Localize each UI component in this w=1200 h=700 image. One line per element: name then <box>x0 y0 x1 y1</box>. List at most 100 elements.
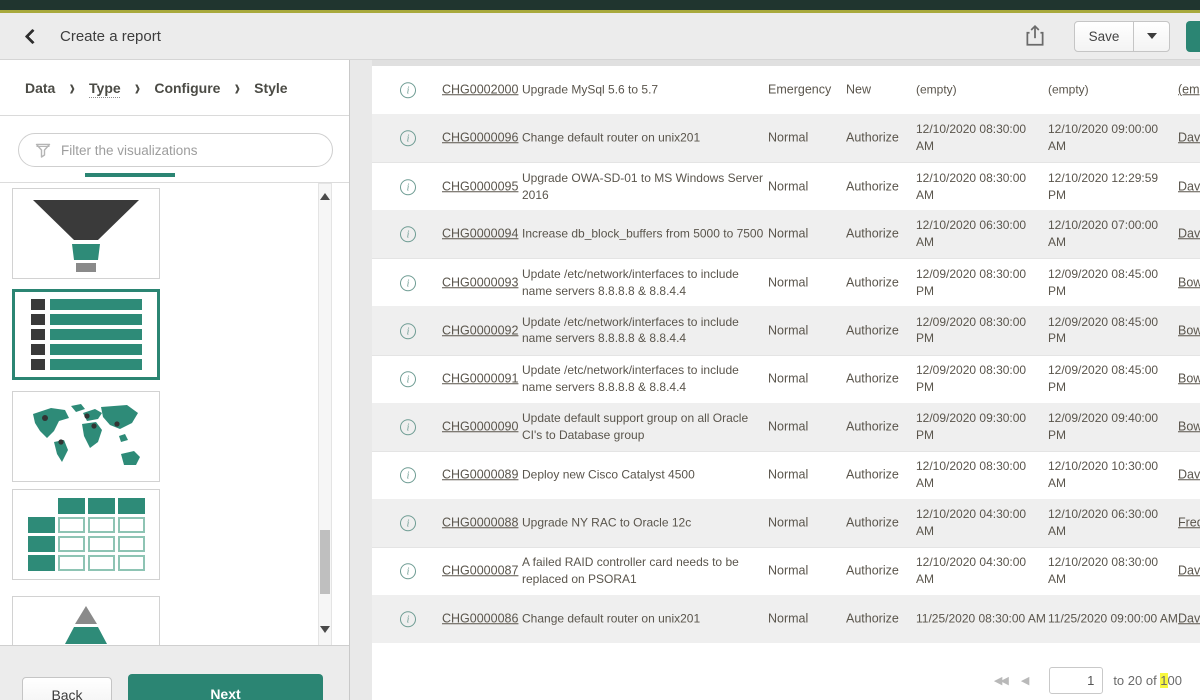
pagination: ◀◀ ◀ to 20 of 100 <box>372 660 1200 700</box>
change-number-link[interactable]: CHG0000088 <box>442 514 518 532</box>
table-row[interactable]: CHG0000089 Deploy new Cisco Catalyst 450… <box>372 451 1200 499</box>
info-icon[interactable] <box>400 371 416 387</box>
change-number-link[interactable]: CHG0002000 <box>442 81 518 99</box>
save-button[interactable]: Save <box>1075 22 1133 51</box>
page-number-input[interactable] <box>1049 667 1103 694</box>
short-description: A failed RAID controller card needs to b… <box>522 555 766 589</box>
change-number-link[interactable]: CHG0000096 <box>442 129 518 147</box>
first-page-icon[interactable]: ◀◀ <box>994 674 1007 687</box>
assigned-to-link[interactable]: Dav <box>1178 129 1200 147</box>
table-row[interactable]: CHG0000087 A failed RAID controller card… <box>372 547 1200 595</box>
scrollbar-thumb[interactable] <box>320 530 330 594</box>
table-row[interactable]: CHG0000092 Update /etc/network/interface… <box>372 306 1200 354</box>
info-icon[interactable] <box>400 227 416 243</box>
wizard-step-type[interactable]: Type <box>89 80 121 96</box>
change-number-link[interactable]: CHG0000093 <box>442 274 518 292</box>
save-dropdown-button[interactable] <box>1133 22 1169 51</box>
info-icon[interactable] <box>400 179 416 195</box>
state-value: Authorize <box>846 274 899 292</box>
wizard-step-configure[interactable]: Configure <box>154 80 220 96</box>
assigned-to-link[interactable]: (em <box>1178 81 1200 99</box>
viz-thumbnail-bar-list[interactable] <box>12 289 160 380</box>
assigned-to-link[interactable]: Fred <box>1178 514 1200 532</box>
change-number-link[interactable]: CHG0000094 <box>442 226 518 244</box>
change-number-link[interactable]: CHG0000092 <box>442 322 518 340</box>
run-button-partial[interactable] <box>1186 21 1200 52</box>
change-number-link[interactable]: CHG0000095 <box>442 178 518 196</box>
filter-box[interactable] <box>18 133 333 167</box>
state-value: Authorize <box>846 129 899 147</box>
assigned-to-link[interactable]: Dav <box>1178 467 1200 485</box>
short-description: Increase db_block_buffers from 5000 to 7… <box>522 226 766 243</box>
info-icon[interactable] <box>400 419 416 435</box>
table-row[interactable]: CHG0000090 Update default support group … <box>372 403 1200 451</box>
assigned-to-link[interactable]: Dav <box>1178 563 1200 581</box>
assigned-to-link[interactable]: Bow <box>1178 418 1200 436</box>
start-date: 12/10/2020 04:30:00 AM <box>916 506 1046 540</box>
viz-thumbnail-world-map[interactable] <box>12 391 160 482</box>
table-row[interactable]: CHG0000093 Update /etc/network/interface… <box>372 258 1200 306</box>
start-date: 12/09/2020 09:30:00 PM <box>916 410 1046 444</box>
back-button[interactable] <box>12 16 52 56</box>
info-icon[interactable] <box>400 275 416 291</box>
priority-value: Normal <box>768 322 808 340</box>
wizard-step-data[interactable]: Data <box>25 80 55 96</box>
info-icon[interactable] <box>400 468 416 484</box>
table-row[interactable]: CHG0000091 Update /etc/network/interface… <box>372 355 1200 403</box>
table-row[interactable]: CHG0000094 Increase db_block_buffers fro… <box>372 210 1200 258</box>
viz-thumbnail-heatmap[interactable] <box>12 489 160 580</box>
scroll-down-icon[interactable] <box>319 621 331 637</box>
assigned-to-link[interactable]: Bow <box>1178 322 1200 340</box>
viz-thumbnail-funnel[interactable] <box>12 188 160 279</box>
short-description: Update /etc/network/interfaces to includ… <box>522 314 766 348</box>
prev-page-icon[interactable]: ◀ <box>1021 674 1027 687</box>
highlighted-digit: 1 <box>1160 673 1167 688</box>
assigned-to-link[interactable]: Dav <box>1178 226 1200 244</box>
state-value: Authorize <box>846 322 899 340</box>
share-icon[interactable] <box>1024 24 1046 48</box>
table-row[interactable]: CHG0000088 Upgrade NY RAC to Oracle 12c … <box>372 499 1200 547</box>
priority-value: Normal <box>768 178 808 196</box>
table-row[interactable]: CHG0000096 Change default router on unix… <box>372 114 1200 162</box>
assigned-to-link[interactable]: Dav <box>1178 610 1200 628</box>
change-number-link[interactable]: CHG0000086 <box>442 610 518 628</box>
end-date: 12/10/2020 10:30:00 AM <box>1048 459 1178 493</box>
short-description: Change default router on unix201 <box>522 611 766 628</box>
info-icon[interactable] <box>400 515 416 531</box>
change-number-link[interactable]: CHG0000090 <box>442 418 518 436</box>
change-number-link[interactable]: CHG0000089 <box>442 467 518 485</box>
start-date: 12/10/2020 08:30:00 AM <box>916 170 1046 204</box>
short-description: Upgrade OWA-SD-01 to MS Windows Server 2… <box>522 170 766 204</box>
back-step-button[interactable]: Back <box>22 677 112 700</box>
table-row[interactable]: CHG0002000 Upgrade MySql 5.6 to 5.7 Emer… <box>372 66 1200 114</box>
bar-list-icon <box>31 299 142 370</box>
chevron-separator-icon: › <box>135 74 141 101</box>
change-number-link[interactable]: CHG0000091 <box>442 370 518 388</box>
viz-thumbnail-pyramid[interactable] <box>12 596 160 645</box>
end-date: 12/09/2020 08:45:00 PM <box>1048 314 1178 348</box>
wizard-step-style[interactable]: Style <box>254 80 287 96</box>
assigned-to-link[interactable]: Bow <box>1178 274 1200 292</box>
viz-list-scrollbar[interactable] <box>318 183 332 645</box>
assigned-to-link[interactable]: Bow <box>1178 370 1200 388</box>
assigned-to-link[interactable]: Dav <box>1178 178 1200 196</box>
filter-input[interactable] <box>61 143 311 158</box>
filter-funnel-icon <box>35 143 51 158</box>
heatmap-grid-icon <box>28 498 145 571</box>
state-value: Authorize <box>846 467 899 485</box>
table-row[interactable]: CHG0000095 Upgrade OWA-SD-01 to MS Windo… <box>372 162 1200 210</box>
change-table-body: CHG0002000 Upgrade MySql 5.6 to 5.7 Emer… <box>372 66 1200 643</box>
change-number-link[interactable]: CHG0000087 <box>442 563 518 581</box>
save-split-button: Save <box>1074 21 1170 52</box>
start-date: 12/10/2020 04:30:00 AM <box>916 555 1046 589</box>
next-step-button[interactable]: Next <box>128 674 323 700</box>
scroll-up-icon[interactable] <box>319 188 331 204</box>
start-date: 11/25/2020 08:30:00 AM <box>916 611 1046 628</box>
info-icon[interactable] <box>400 82 416 98</box>
priority-value: Normal <box>768 226 808 244</box>
info-icon[interactable] <box>400 130 416 146</box>
info-icon[interactable] <box>400 564 416 580</box>
table-row[interactable]: CHG0000086 Change default router on unix… <box>372 595 1200 643</box>
info-icon[interactable] <box>400 323 416 339</box>
info-icon[interactable] <box>400 611 416 627</box>
